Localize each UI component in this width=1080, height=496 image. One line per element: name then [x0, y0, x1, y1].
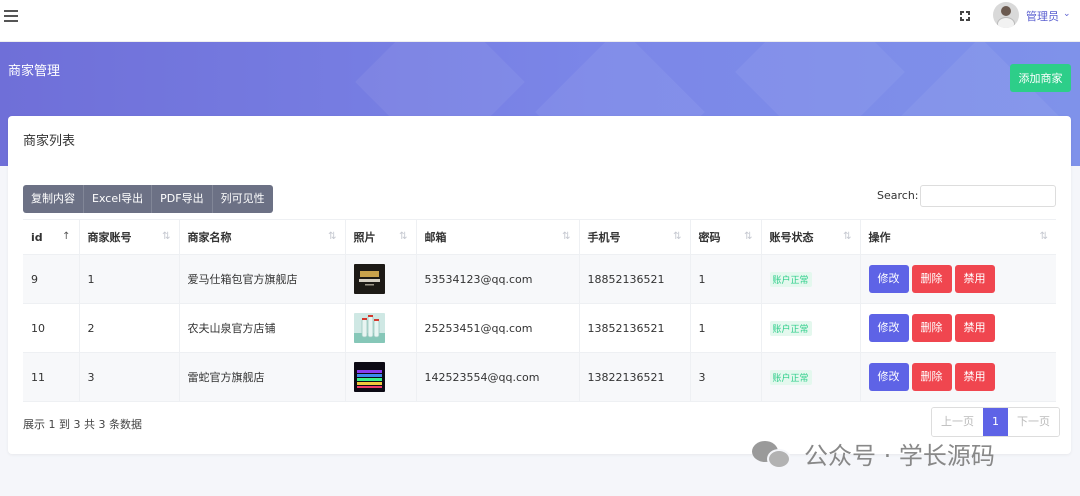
cell-email: 142523554@qq.com — [416, 352, 580, 402]
sort-icon[interactable]: ⇅ — [1040, 231, 1048, 242]
cell-email: 53534123@qq.com — [416, 254, 580, 304]
sort-icon[interactable]: ⇅ — [399, 231, 407, 242]
column-header-phone[interactable]: 手机号 ⇅ — [579, 219, 691, 255]
sort-icon[interactable]: ⇅ — [328, 231, 336, 242]
column-header-account[interactable]: 商家账号 ⇅ — [79, 219, 180, 255]
cell-account: 3 — [79, 352, 180, 402]
cell-password: 3 — [690, 352, 762, 402]
cell-account: 1 — [79, 254, 180, 304]
table-header-row: id ↑ 商家账号 ⇅ 商家名称 ⇅ 照片 ⇅ 邮箱 ⇅ 手机号 ⇅ 密码 ⇅ 账号状态 ⇅ 操… — [23, 219, 1056, 255]
merchant-table: id ↑ 商家账号 ⇅ 商家名称 ⇅ 照片 ⇅ 邮箱 ⇅ 手机号 ⇅ 密码 ⇅ 账号状态 ⇅ 操… — [23, 219, 1056, 402]
page-title: 商家管理 — [8, 64, 61, 79]
cell-id: 11 — [23, 352, 80, 402]
user-name[interactable]: 管理员 — [1026, 8, 1059, 24]
column-header-email[interactable]: 邮箱 ⇅ — [416, 219, 580, 255]
column-header-status[interactable]: 账号状态 ⇅ — [761, 219, 861, 255]
column-header-password[interactable]: 密码 ⇅ — [690, 219, 762, 255]
status-badge: 账户正常 — [769, 320, 812, 336]
column-header-name[interactable]: 商家名称 ⇅ — [179, 219, 346, 255]
sort-icon[interactable]: ⇅ — [162, 231, 170, 242]
edit-button[interactable]: 修改 — [868, 314, 909, 342]
edit-button[interactable]: 修改 — [868, 363, 909, 391]
prev-page-button[interactable]: 上一页 — [932, 408, 983, 436]
status-badge: 账户正常 — [769, 369, 812, 385]
delete-button[interactable]: 删除 — [911, 265, 952, 293]
edit-button[interactable]: 修改 — [868, 265, 909, 293]
export-toolbar: 复制内容 Excel导出 PDF导出 列可见性 — [23, 185, 273, 213]
wechat-icon — [752, 439, 792, 469]
cell-email: 25253451@qq.com — [416, 303, 580, 353]
card-title: 商家列表 — [23, 134, 76, 149]
sort-icon[interactable]: ⇅ — [673, 231, 681, 242]
page-1-button[interactable]: 1 — [983, 408, 1008, 436]
table-row: 10 2 农夫山泉官方店铺 25253451@qq.com 1385213652… — [23, 303, 1056, 353]
sort-asc-icon[interactable]: ↑ — [62, 231, 70, 242]
chevron-down-icon[interactable]: ⌄ — [1063, 9, 1071, 19]
cell-name: 爱马仕箱包官方旗舰店 — [179, 254, 346, 304]
table-row: 9 1 爱马仕箱包官方旗舰店 53534123@qq.com 188521365… — [23, 254, 1056, 304]
delete-button[interactable]: 删除 — [911, 363, 952, 391]
ban-button[interactable]: 禁用 — [954, 363, 995, 391]
column-header-photo[interactable]: 照片 ⇅ — [345, 219, 417, 255]
column-header-id[interactable]: id ↑ — [23, 219, 80, 255]
fullscreen-icon[interactable] — [958, 9, 972, 23]
column-visibility-button[interactable]: 列可见性 — [213, 185, 273, 213]
menu-toggle-icon[interactable] — [4, 10, 18, 22]
cell-phone: 13822136521 — [579, 352, 691, 402]
cell-password: 1 — [690, 254, 762, 304]
avatar[interactable] — [993, 2, 1019, 28]
copy-button[interactable]: 复制内容 — [23, 185, 84, 213]
table-info: 展示 1 到 3 共 3 条数据 — [23, 418, 142, 431]
sort-icon[interactable]: ⇅ — [744, 231, 752, 242]
merchant-list-card: 商家列表 复制内容 Excel导出 PDF导出 列可见性 Search: id ↑… — [8, 116, 1071, 454]
search-label: Search: — [877, 189, 919, 202]
watermark: 公众号 · 学长源码 — [752, 436, 995, 471]
top-navbar: 管理员 ⌄ — [0, 0, 1080, 42]
sort-icon[interactable]: ⇅ — [843, 231, 851, 242]
cell-phone: 13852136521 — [579, 303, 691, 353]
ban-button[interactable]: 禁用 — [954, 314, 995, 342]
merchant-photo — [353, 362, 385, 392]
excel-export-button[interactable]: Excel导出 — [84, 185, 153, 213]
table-row: 11 3 雷蛇官方旗舰店 142523554@qq.com 1382213652… — [23, 352, 1056, 402]
add-merchant-button[interactable]: 添加商家 — [1010, 64, 1071, 92]
cell-password: 1 — [690, 303, 762, 353]
column-header-actions[interactable]: 操作 ⇅ — [860, 219, 1056, 255]
merchant-photo — [353, 313, 385, 343]
pdf-export-button[interactable]: PDF导出 — [152, 185, 213, 213]
merchant-photo — [353, 264, 385, 294]
status-badge: 账户正常 — [769, 271, 812, 287]
watermark-text: 公众号 · 学长源码 — [804, 442, 995, 470]
cell-phone: 18852136521 — [579, 254, 691, 304]
delete-button[interactable]: 删除 — [911, 314, 952, 342]
cell-name: 农夫山泉官方店铺 — [179, 303, 346, 353]
next-page-button[interactable]: 下一页 — [1008, 408, 1059, 436]
cell-id: 9 — [23, 254, 80, 304]
search-input[interactable] — [920, 185, 1056, 207]
cell-account: 2 — [79, 303, 180, 353]
cell-id: 10 — [23, 303, 80, 353]
pagination: 上一页 1 下一页 — [931, 407, 1060, 437]
sort-icon[interactable]: ⇅ — [562, 231, 570, 242]
ban-button[interactable]: 禁用 — [954, 265, 995, 293]
cell-name: 雷蛇官方旗舰店 — [179, 352, 346, 402]
